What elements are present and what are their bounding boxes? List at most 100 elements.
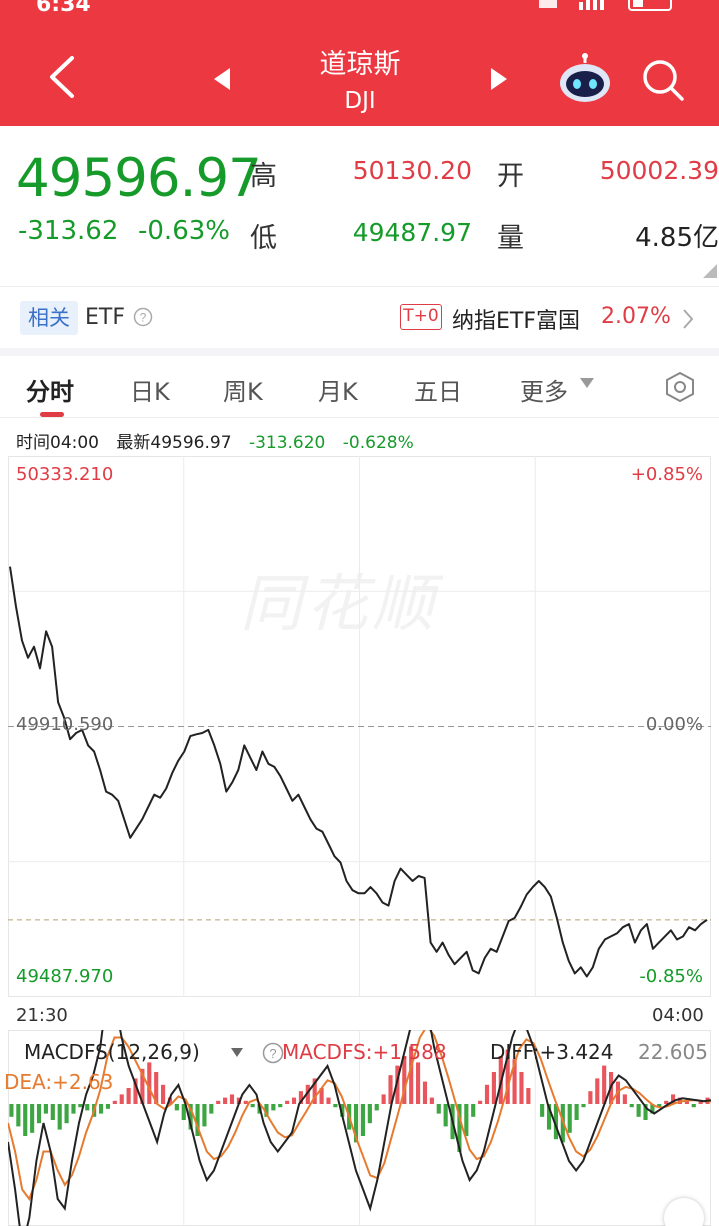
question-help-icon[interactable]: ? xyxy=(133,307,153,327)
macd-hist-bar xyxy=(540,1104,545,1117)
status-time: 6:34 xyxy=(36,0,91,17)
macd-hist-bar xyxy=(105,1104,111,1109)
low-value: 49487.97 xyxy=(352,218,472,247)
x-start-label: 21:30 xyxy=(16,1005,68,1026)
macd-hist-bar xyxy=(174,1104,179,1111)
crosshair-info-line: 时间04:00 最新49596.97 -313.620 -0.628% xyxy=(16,428,426,453)
macd-hist-bar xyxy=(119,1094,124,1104)
settings-hexagon-icon[interactable] xyxy=(664,371,696,403)
macd-hist-bar xyxy=(23,1104,28,1136)
macd-hist-bar xyxy=(202,1104,207,1127)
macd-hist-bar xyxy=(291,1097,297,1104)
macd-header: MACDFS(12,26,9) ? MACDFS:+1.588 DIFF:+3.… xyxy=(14,1040,719,1068)
y-max-label: 50333.210 xyxy=(16,464,114,485)
top-bar: 6:34 道琼斯 DJI xyxy=(0,0,719,126)
y-mid-label: 49910.590 xyxy=(16,714,114,735)
svg-text:?: ? xyxy=(269,1046,276,1061)
high-label: 高 xyxy=(250,161,277,192)
macd-hist-bar xyxy=(491,1072,496,1104)
macd-hist-bar xyxy=(588,1091,593,1104)
robot-assistant-icon[interactable] xyxy=(556,53,614,105)
macd-hist-bar xyxy=(691,1104,696,1108)
macd-hist-bar xyxy=(636,1104,641,1117)
x-end-label: 04:00 xyxy=(652,1005,704,1026)
macd-hist-bar xyxy=(78,1104,83,1108)
macd-hist-bar xyxy=(567,1104,572,1133)
caret-down-icon[interactable] xyxy=(580,378,594,388)
info-latest: 最新49596.97 xyxy=(116,433,232,453)
macd-hist-bar xyxy=(333,1104,338,1108)
macd-hist-bar xyxy=(381,1094,386,1104)
macd-hist-bar xyxy=(50,1104,55,1120)
low-label: 低 xyxy=(250,223,277,254)
search-icon[interactable] xyxy=(640,57,686,103)
page-subtitle: DJI xyxy=(344,88,376,114)
macd-hist-bar xyxy=(374,1104,379,1111)
question-help-icon[interactable]: ? xyxy=(262,1042,284,1064)
macd-hist-bar xyxy=(271,1104,276,1111)
tab-weekly-k[interactable]: 周K xyxy=(223,372,263,407)
macdfs-value: MACDFS:+1.588 xyxy=(282,1040,447,1064)
tab-monthly-k[interactable]: 月K xyxy=(318,372,358,407)
macd-indicator-select[interactable]: MACDFS(12,26,9) xyxy=(24,1040,200,1064)
t0-badge: T+0 xyxy=(400,304,442,330)
diff-value: DIFF:+3.424 xyxy=(490,1040,614,1064)
macd-hist-bar xyxy=(367,1104,372,1124)
tab-five-day[interactable]: 五日 xyxy=(414,372,462,407)
macd-hist-bar xyxy=(9,1104,14,1117)
etf-name[interactable]: 纳指ETF富国 xyxy=(452,303,580,335)
macd-hist-bar xyxy=(250,1104,255,1108)
macd-hist-bar xyxy=(98,1104,104,1114)
open-value: 50002.39 xyxy=(599,156,719,185)
macd-hist-bar xyxy=(43,1104,48,1114)
page-title: 道琼斯 xyxy=(319,49,401,80)
macd-hist-bar xyxy=(595,1078,600,1104)
macd-hist-bar xyxy=(443,1104,448,1127)
caret-down-icon[interactable] xyxy=(231,1048,243,1057)
macd-hist-bar xyxy=(278,1104,283,1108)
macd-hist-bar xyxy=(429,1097,434,1104)
macd-hist-bar xyxy=(229,1094,235,1104)
expand-corner-icon[interactable] xyxy=(703,264,717,278)
macd-hist-bar xyxy=(478,1100,483,1104)
tab-daily-k[interactable]: 日K xyxy=(130,372,170,407)
macd-hist-bar xyxy=(223,1097,228,1104)
macd-hist-bar xyxy=(436,1104,441,1114)
info-change: -313.620 xyxy=(248,433,326,453)
macd-hist-bar xyxy=(126,1088,131,1104)
volume-value: 4.85亿 xyxy=(635,223,719,253)
tab-intraday[interactable]: 分时 xyxy=(26,372,74,407)
chevron-right-icon[interactable] xyxy=(680,307,696,331)
pct-min-label: -0.85% xyxy=(639,966,703,987)
macd-hist-bar xyxy=(161,1084,166,1104)
volume-label: 量 xyxy=(497,223,524,254)
macd-hist-bar xyxy=(326,1097,331,1104)
macd-hist-bar xyxy=(64,1104,69,1124)
price-change-percent: -0.63% xyxy=(138,216,230,246)
tab-more[interactable]: 更多 xyxy=(520,372,568,407)
quote-panel: 49596.97 -313.62 -0.63% 高 50130.20 开 500… xyxy=(0,126,719,286)
macd-hist-bar xyxy=(112,1100,117,1104)
prev-index-triangle-icon[interactable] xyxy=(208,64,238,94)
macd-axis-max: 22.605 xyxy=(638,1040,708,1064)
macd-hist-bar xyxy=(243,1100,248,1104)
etf-change-percent: 2.07% xyxy=(601,304,671,329)
macd-hist-bar xyxy=(629,1104,634,1108)
dea-value: DEA:+2.63 xyxy=(4,1070,114,1094)
macd-hist-bar xyxy=(209,1104,214,1114)
pct-max-label: +0.85% xyxy=(630,464,703,485)
macd-hist-bar xyxy=(85,1104,90,1111)
macd-hist-bar xyxy=(574,1104,579,1120)
related-etf-bar[interactable]: 相关 ETF ? T+0 纳指ETF富国 2.07% xyxy=(0,286,719,348)
macd-hist-bar xyxy=(147,1062,152,1104)
macd-hist-bar xyxy=(16,1104,21,1127)
intraday-chart-svg xyxy=(8,456,711,997)
next-index-triangle-icon[interactable] xyxy=(483,64,513,94)
macd-hist-bar xyxy=(526,1088,531,1104)
info-time: 时间04:00 xyxy=(16,433,99,453)
intraday-chart[interactable]: 50333.210 +0.85% 49910.590 0.00% 49487.9… xyxy=(8,456,711,997)
status-bar: 6:34 xyxy=(0,0,719,20)
price-change: -313.62 xyxy=(18,216,119,246)
back-arrow-icon[interactable] xyxy=(38,52,88,102)
high-value: 50130.20 xyxy=(352,156,472,185)
